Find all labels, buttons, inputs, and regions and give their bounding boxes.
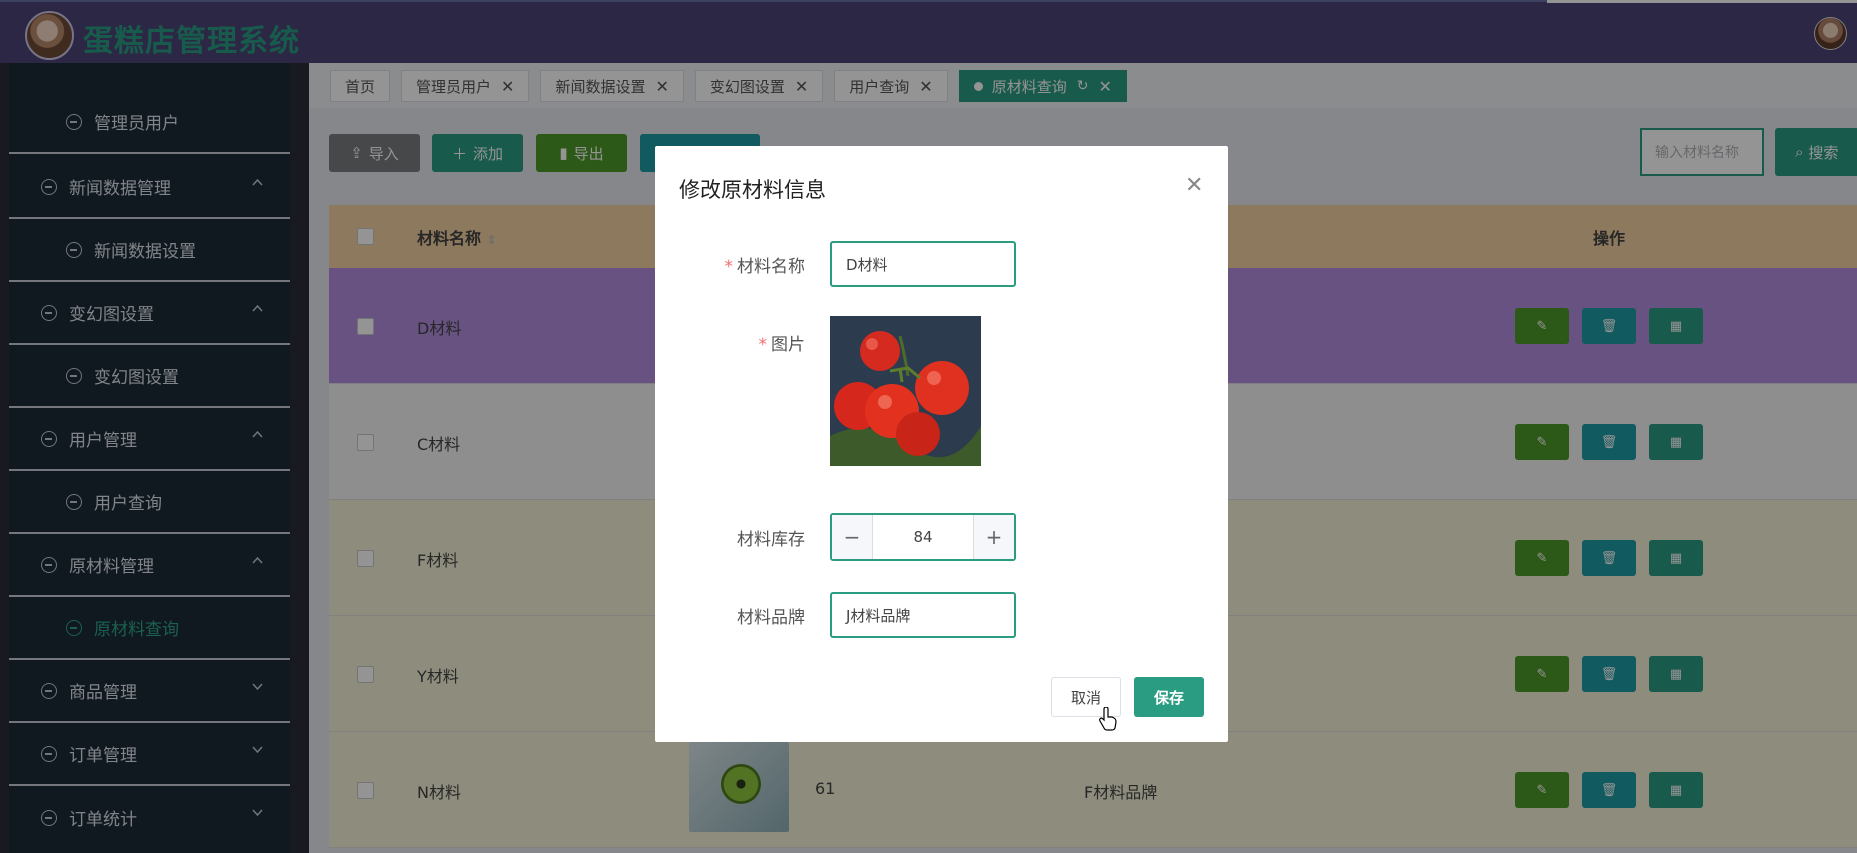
dialog-title: 修改原材料信息 [679,178,826,202]
close-icon[interactable]: ✕ [1185,173,1203,198]
required-mark: * [724,257,734,277]
name-field-label: * 材料名称 [655,252,806,277]
material-image[interactable] [830,316,981,466]
edit-material-dialog: 修改原材料信息 ✕ * 材料名称 D材料 * 图片 材料库存 − 84 + 材料品牌… [655,146,1228,742]
decrement-button[interactable]: − [832,515,872,559]
image-field-label: * 图片 [655,330,806,355]
image-label-text: 图片 [771,335,805,355]
name-label-text: 材料名称 [737,257,805,277]
hand-cursor-icon [1099,706,1117,735]
plus-icon: + [985,525,1003,549]
required-mark: * [758,335,768,355]
tomato-image [830,316,981,466]
save-button[interactable]: 保存 [1134,677,1204,717]
material-name-input[interactable]: D材料 [830,241,1016,287]
stock-value-input[interactable]: 84 [872,515,974,559]
stock-field-label: 材料库存 [737,530,805,550]
brand-field-label: 材料品牌 [737,608,805,628]
stock-stepper: − 84 + [830,513,1016,561]
increment-button[interactable]: + [974,515,1014,559]
material-brand-input[interactable]: J材料品牌 [830,592,1016,638]
minus-icon: − [843,525,861,549]
